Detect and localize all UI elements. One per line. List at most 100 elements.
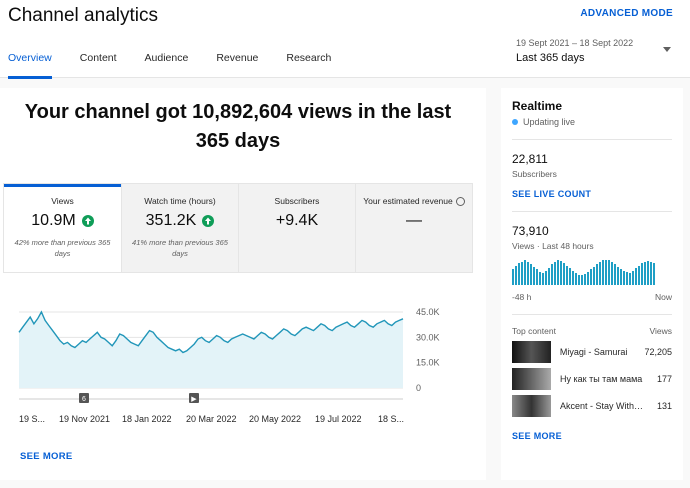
- metric-label: Watch time (hours): [144, 196, 216, 206]
- hourly-bar: [623, 270, 625, 285]
- top-content-row[interactable]: Miyagi - Samurai 72,205: [512, 340, 672, 363]
- hourly-bar: [572, 270, 574, 285]
- realtime-card: Realtime Updating live 22,811 Subscriber…: [501, 88, 683, 480]
- top-content-row[interactable]: Akcent - Stay With Me 131: [512, 394, 672, 417]
- axis-start-label: -48 h: [512, 292, 532, 302]
- hourly-bar: [635, 268, 637, 285]
- y-tick-label: 45.0K: [416, 307, 440, 317]
- tab-audience[interactable]: Audience: [145, 52, 189, 73]
- y-tick-label: 30.0K: [416, 332, 440, 342]
- metric-value: 351.2K: [145, 212, 197, 229]
- overview-card: Your channel got 10,892,604 views in the…: [0, 88, 486, 480]
- tab-research[interactable]: Research: [286, 52, 331, 73]
- realtime-see-more-button[interactable]: SEE MORE: [512, 431, 672, 441]
- hourly-bar: [548, 268, 550, 285]
- hourly-bar: [647, 260, 649, 285]
- hourly-bar: [545, 270, 547, 285]
- metric-note: 41% more than previous 365 days: [132, 238, 228, 258]
- hourly-bar: [608, 260, 610, 285]
- x-tick-label: 19 S...: [19, 414, 45, 424]
- video-thumbnail: [512, 394, 551, 417]
- hourly-bar: [530, 264, 532, 285]
- hourly-bar: [512, 269, 514, 285]
- x-tick-label: 19 Jul 2022: [315, 414, 362, 424]
- hourly-bar: [554, 261, 556, 285]
- hourly-bar: [542, 273, 544, 285]
- hourly-bar: [557, 260, 559, 285]
- metric-label: Views: [51, 196, 74, 206]
- top-content-label: Top content: [512, 326, 556, 336]
- tab-content[interactable]: Content: [80, 52, 117, 73]
- hourly-bar: [602, 260, 604, 285]
- hourly-bar: [578, 274, 580, 285]
- metric-tabs: Views 10.9M 42% more than previous 365 d…: [3, 183, 473, 273]
- metric-value: 10.9M: [31, 212, 76, 229]
- hourly-bar: [617, 266, 619, 285]
- divider: [512, 139, 672, 140]
- metric-label: Your estimated revenue: [363, 196, 453, 206]
- hourly-bar: [587, 272, 589, 285]
- metric-watch-time[interactable]: Watch time (hours) 351.2K 41% more than …: [121, 184, 238, 272]
- hourly-bar: [599, 261, 601, 285]
- date-range-selector[interactable]: 19 Sept 2021 – 18 Sept 2022 Last 365 day…: [516, 38, 633, 64]
- hourly-bar: [638, 265, 640, 285]
- hourly-bar: [629, 272, 631, 285]
- video-views: 177: [656, 373, 672, 384]
- metric-views[interactable]: Views 10.9M 42% more than previous 365 d…: [4, 184, 121, 272]
- live-dot-icon: [512, 119, 518, 125]
- page-title: Channel analytics: [8, 5, 158, 26]
- x-tick-label: 19 Nov 2021: [59, 414, 110, 424]
- metric-revenue[interactable]: Your estimated revenue —: [355, 184, 472, 272]
- y-tick-label: 0: [416, 383, 421, 393]
- hourly-bar: [653, 262, 655, 285]
- hourly-bar: [533, 266, 535, 285]
- subscribers-count: 22,811: [512, 152, 548, 166]
- hourly-bar: [620, 269, 622, 285]
- hourly-bar: [614, 264, 616, 285]
- hourly-bar: [524, 260, 526, 285]
- metric-label: Subscribers: [274, 196, 320, 206]
- realtime-views-count: 73,910: [512, 224, 549, 238]
- hourly-bar: [605, 259, 607, 285]
- hourly-bar: [641, 262, 643, 285]
- advanced-mode-link[interactable]: ADVANCED MODE: [580, 8, 673, 19]
- hourly-bar: [581, 275, 583, 285]
- date-range-dates: 19 Sept 2021 – 18 Sept 2022: [516, 38, 634, 48]
- hourly-bar: [626, 272, 628, 285]
- hourly-bar: [560, 261, 562, 285]
- views-headline: Your channel got 10,892,604 views in the…: [24, 101, 452, 152]
- realtime-status: Updating live: [523, 117, 576, 127]
- hourly-bar: [644, 261, 646, 285]
- realtime-title: Realtime: [512, 99, 563, 113]
- hourly-bar: [521, 261, 523, 285]
- hourly-views-chart[interactable]: [512, 259, 672, 285]
- metric-subscribers[interactable]: Subscribers +9.4K: [238, 184, 355, 272]
- tab-overview[interactable]: Overview: [8, 52, 52, 79]
- y-tick-label: 15.0K: [416, 358, 440, 368]
- date-range-label: Last 365 days: [516, 52, 585, 64]
- hourly-bar: [527, 262, 529, 285]
- see-more-button[interactable]: SEE MORE: [20, 451, 73, 462]
- hourly-bar: [593, 266, 595, 285]
- hourly-bar: [590, 269, 592, 285]
- hourly-bar: [632, 270, 634, 285]
- clock-icon: [455, 197, 465, 207]
- hourly-bar: [575, 273, 577, 285]
- x-tick-label: 20 May 2022: [249, 414, 301, 424]
- hourly-bar: [518, 262, 520, 285]
- video-views: 72,205: [644, 346, 672, 357]
- video-title: Ну как ты там мама: [560, 373, 643, 384]
- see-live-count-button[interactable]: SEE LIVE COUNT: [512, 189, 672, 199]
- realtime-views-label: Views · Last 48 hours: [512, 241, 594, 251]
- arrow-up-icon: [202, 215, 215, 227]
- tab-revenue[interactable]: Revenue: [216, 52, 258, 73]
- views-chart[interactable]: 45.0K 30.0K 15.0K 0 6 ▶ 19 S... 19 Nov 2021 18 J…: [0, 298, 486, 438]
- hourly-bar: [563, 262, 565, 285]
- hourly-bar: [584, 274, 586, 285]
- video-title: Miyagi - Samurai: [559, 346, 628, 357]
- hourly-bar: [566, 265, 568, 285]
- x-tick-label: 18 S...: [378, 414, 404, 424]
- top-content-row[interactable]: Ну как ты там мама 177: [512, 367, 672, 390]
- hourly-bar: [515, 265, 517, 285]
- chevron-down-icon[interactable]: [663, 47, 671, 52]
